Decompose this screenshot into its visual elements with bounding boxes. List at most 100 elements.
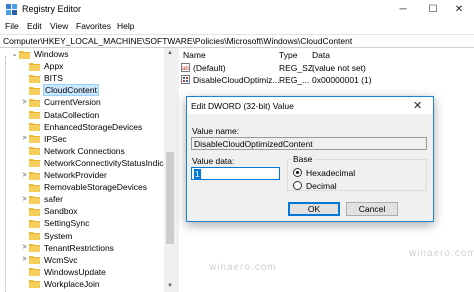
value-row[interactable]: ab (Default) REG_SZ (value not set) <box>179 62 474 74</box>
menu-view[interactable]: View <box>50 21 68 31</box>
tree-item-label: RemovableStorageDevices <box>44 182 147 193</box>
tree-item-label: System <box>44 230 73 241</box>
menu-bar: File Edit View Favorites Help <box>0 19 474 34</box>
folder-icon <box>29 195 40 204</box>
tree-item[interactable]: DataCollection <box>20 109 100 121</box>
dialog-title-bar: Edit DWORD (32-bit) Value ✕ <box>187 97 433 114</box>
folder-icon <box>29 171 40 180</box>
close-button[interactable]: ✕ <box>444 0 474 19</box>
ok-button[interactable]: OK <box>288 202 340 216</box>
tree-item-label: WindowsUpdate <box>44 266 106 277</box>
folder-icon <box>29 159 40 168</box>
expand-right-icon[interactable]: > <box>20 196 29 203</box>
folder-icon <box>29 74 40 83</box>
menu-help[interactable]: Help <box>117 21 134 31</box>
folder-icon <box>29 86 40 95</box>
tree-item[interactable]: WindowsUpdate <box>20 266 107 278</box>
tree-item[interactable]: CloudContent <box>20 84 99 97</box>
column-type[interactable]: Type <box>279 50 297 60</box>
expand-right-icon[interactable]: > <box>20 99 29 106</box>
scroll-down-arrow[interactable]: ▼ <box>164 281 176 292</box>
tree-item[interactable]: > TenantRestrictions <box>20 242 115 254</box>
watermark: winaero.com <box>409 248 474 259</box>
tree-item[interactable]: Appx <box>20 60 64 72</box>
radio-hexadecimal[interactable]: Hexadecimal <box>293 167 355 178</box>
tree-item[interactable]: Sandbox <box>20 205 79 217</box>
tree-item[interactable]: ⌄ Windows <box>10 48 69 60</box>
menu-file[interactable]: File <box>5 21 19 31</box>
tree-item[interactable]: System <box>20 230 73 242</box>
tree-item[interactable]: > IPSec <box>20 133 68 145</box>
tree-item[interactable]: RemovableStorageDevices <box>20 181 148 193</box>
expand-right-icon[interactable]: > <box>20 135 29 142</box>
dialog-close-icon[interactable]: ✕ <box>413 99 422 112</box>
window-title: Registry Editor <box>22 4 82 14</box>
menu-edit[interactable]: Edit <box>27 21 42 31</box>
string-value-icon: ab <box>181 63 190 72</box>
tree-item-label: BITS <box>44 73 63 84</box>
folder-icon <box>19 50 30 59</box>
tree-item[interactable]: EnhancedStorageDevices <box>20 121 143 133</box>
key-tree: ⌄ Windows Appx BITS CloudContent > CurrentVers… <box>0 48 176 292</box>
folder-icon <box>29 183 40 192</box>
column-name[interactable]: Name <box>183 50 206 60</box>
expand-right-icon[interactable]: > <box>20 244 29 251</box>
tree-item[interactable]: SettingSync <box>20 217 90 229</box>
folder-icon <box>29 98 40 107</box>
value-name: DisableCloudOptimiz... <box>193 75 280 85</box>
tree-item-label: EnhancedStorageDevices <box>44 121 143 132</box>
scroll-up-arrow[interactable]: ▲ <box>164 48 176 59</box>
tree-guide-line <box>5 56 6 292</box>
expand-down-icon[interactable]: ⌄ <box>10 50 19 58</box>
folder-icon <box>29 123 40 132</box>
tree-item-label: IPSec <box>44 133 67 144</box>
tree-item-label: WcmSvc <box>44 254 78 265</box>
tree-item[interactable]: BITS <box>20 72 64 84</box>
tree-item[interactable]: > WcmSvc <box>20 254 79 266</box>
tree-item[interactable]: > CurrentVersion <box>20 96 102 108</box>
base-label: Base <box>291 154 315 164</box>
folder-icon <box>29 256 40 265</box>
tree-item-label: Sandbox <box>44 206 78 217</box>
value-data-text: 1 <box>194 169 201 179</box>
value-name-field[interactable]: DisableCloudOptimizedContent <box>191 137 427 150</box>
radio-hexadecimal-label: Hexadecimal <box>306 167 356 178</box>
registry-icon <box>6 4 17 15</box>
value-data: 0x00000001 (1) <box>312 75 372 85</box>
radio-decimal[interactable]: Decimal <box>293 180 337 191</box>
dialog-title: Edit DWORD (32-bit) Value <box>191 101 294 111</box>
tree-item[interactable]: WorkplaceJoin <box>20 278 101 290</box>
minimize-button[interactable]: ─ <box>388 0 418 19</box>
cancel-button[interactable]: Cancel <box>346 202 398 216</box>
menu-favorites[interactable]: Favorites <box>76 21 111 31</box>
tree-item[interactable]: > safer <box>20 193 64 205</box>
address-bar[interactable]: Computer\HKEY_LOCAL_MACHINE\SOFTWARE\Pol… <box>0 34 474 48</box>
svg-text:ab: ab <box>182 66 189 72</box>
tree-item-label: CurrentVersion <box>44 97 101 108</box>
tree-scrollbar[interactable]: ▲ ▼ <box>164 48 176 292</box>
tree-item[interactable]: NetworkConnectivityStatusIndicator <box>20 157 176 169</box>
folder-icon <box>29 62 40 71</box>
watermark: winaero.com <box>209 262 277 273</box>
column-data[interactable]: Data <box>312 50 330 60</box>
expand-right-icon[interactable]: > <box>20 172 29 179</box>
tree-item-label: NetworkConnectivityStatusIndicator <box>44 157 176 168</box>
tree-item-label: Network Connections <box>44 145 125 156</box>
tree-item-label: Appx <box>44 61 64 72</box>
address-path[interactable]: Computer\HKEY_LOCAL_MACHINE\SOFTWARE\Pol… <box>3 36 352 46</box>
tree-item[interactable]: > NetworkProvider <box>20 169 108 181</box>
tree-item-label: NetworkProvider <box>44 170 107 180</box>
folder-icon <box>29 232 40 240</box>
radio-checked-icon[interactable] <box>293 168 302 177</box>
dword-value-icon <box>181 75 190 84</box>
radio-unchecked-icon[interactable] <box>293 181 302 190</box>
tree-item-label: Windows <box>34 49 69 59</box>
folder-icon <box>29 219 40 228</box>
scroll-thumb[interactable] <box>166 152 174 244</box>
value-row[interactable]: DisableCloudOptimiz... REG_... 0x0000000… <box>179 74 474 86</box>
folder-icon <box>29 268 40 277</box>
tree-item-label: TenantRestrictions <box>44 242 114 253</box>
expand-right-icon[interactable]: > <box>20 256 29 263</box>
tree-item[interactable]: Network Connections <box>20 145 126 157</box>
value-data-field[interactable]: 1 <box>191 167 280 180</box>
